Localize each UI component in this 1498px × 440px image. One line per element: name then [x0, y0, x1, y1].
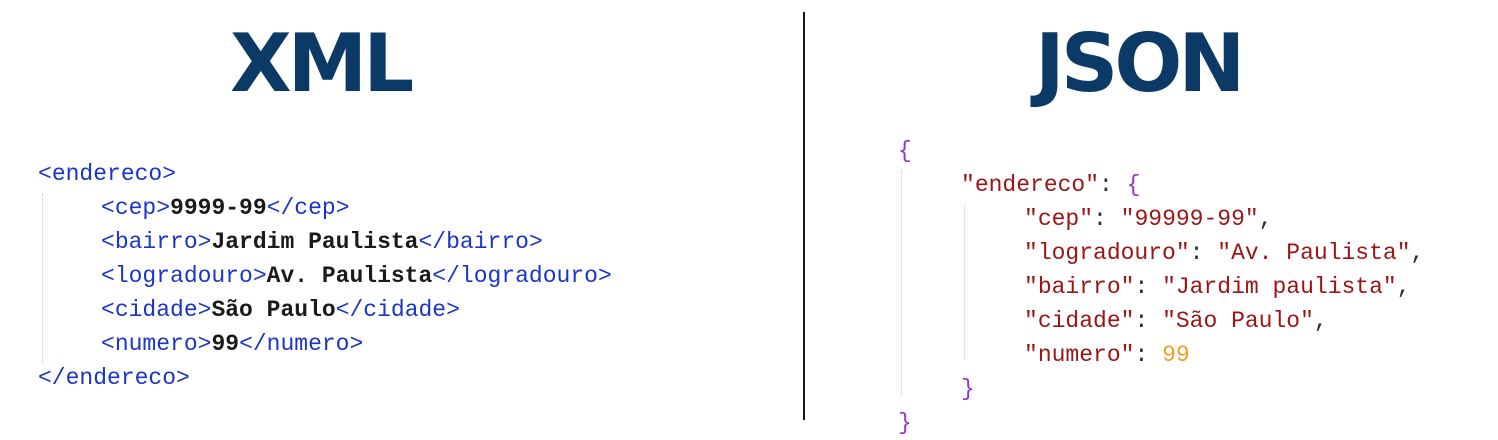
- json-close-brace: }: [898, 410, 912, 436]
- xml-field-value: Jardim Paulista: [211, 229, 419, 255]
- json-field-line: "cep": "99999-99",: [1024, 206, 1273, 232]
- json-nested-close-brace: }: [961, 376, 975, 402]
- json-nested-open-brace: {: [1126, 172, 1141, 198]
- json-field-key: "bairro": [1024, 274, 1135, 300]
- xml-close-tag: </numero>: [239, 331, 364, 357]
- json-field-line: "logradouro": "Av. Paulista",: [1024, 240, 1425, 266]
- xml-field-value: São Paulo: [211, 297, 336, 323]
- json-panel: JSON {"endereco": {"cep": "99999-99", "lo…: [805, 0, 1498, 436]
- json-field-key: "numero": [1024, 342, 1135, 368]
- xml-code-block: <endereco> <cep>9999-99</cep> <bairro>Jard…: [38, 157, 612, 395]
- json-field-line: "bairro": "Jardim paulista",: [1024, 274, 1411, 300]
- json-field-key: "cidade": [1024, 308, 1135, 334]
- json-field-line: "numero": 99: [1024, 342, 1190, 368]
- xml-field-line: <numero>99</numero>: [38, 327, 612, 361]
- json-open-brace-line: {: [898, 134, 1424, 168]
- xml-open-tag: <cep>: [101, 195, 171, 221]
- json-field-number-value: 99: [1162, 342, 1190, 368]
- xml-field-line: <logradouro>Av. Paulista</logradouro>: [38, 259, 612, 293]
- xml-field-value: 99: [211, 331, 240, 357]
- json-field-value: "São Paulo": [1162, 308, 1314, 334]
- xml-close-tag: </bairro>: [418, 229, 543, 255]
- xml-close-tag: </cidade>: [335, 297, 460, 323]
- json-field-key: "cep": [1024, 206, 1094, 232]
- json-field-line: "cidade": "São Paulo",: [1024, 308, 1328, 334]
- xml-root-open-tag: <endereco>: [38, 161, 177, 187]
- json-nested-close-line: }: [898, 372, 1424, 406]
- xml-open-tag: <logradouro>: [101, 263, 267, 289]
- xml-close-tag: </cep>: [266, 195, 350, 221]
- xml-heading: XML: [230, 17, 414, 110]
- xml-field-line: <cidade>São Paulo</cidade>: [38, 293, 612, 327]
- xml-close-root-line: </endereco>: [38, 361, 612, 395]
- xml-field-value: 9999-99: [170, 195, 267, 221]
- json-field-value: "99999-99": [1120, 206, 1259, 232]
- xml-open-root-line: <endereco>: [38, 157, 612, 191]
- json-open-brace: {: [898, 138, 912, 164]
- xml-field-value: Av. Paulista: [266, 263, 433, 289]
- json-root-key: "endereco": [961, 172, 1100, 198]
- xml-field-line: <bairro>Jardim Paulista</bairro>: [38, 225, 612, 259]
- xml-root-close-tag: </endereco>: [38, 365, 190, 391]
- xml-open-tag: <bairro>: [101, 229, 212, 255]
- json-root-key-line: "endereco": {: [961, 172, 1141, 198]
- json-close-brace-line: }: [898, 406, 1424, 440]
- xml-close-tag: </logradouro>: [432, 263, 612, 289]
- xml-open-tag: <cidade>: [101, 297, 212, 323]
- json-field-key: "logradouro": [1024, 240, 1190, 266]
- xml-panel: XML <endereco> <cep>9999-99</cep> <bairro>…: [0, 0, 803, 423]
- xml-open-tag: <numero>: [101, 331, 212, 357]
- json-field-value: "Av. Paulista": [1217, 240, 1411, 266]
- json-heading: JSON: [1035, 17, 1245, 110]
- json-code-block: {"endereco": {"cep": "99999-99", "logrado…: [898, 134, 1424, 440]
- json-field-value: "Jardim paulista": [1162, 274, 1397, 300]
- xml-field-line: <cep>9999-99</cep>: [38, 191, 612, 225]
